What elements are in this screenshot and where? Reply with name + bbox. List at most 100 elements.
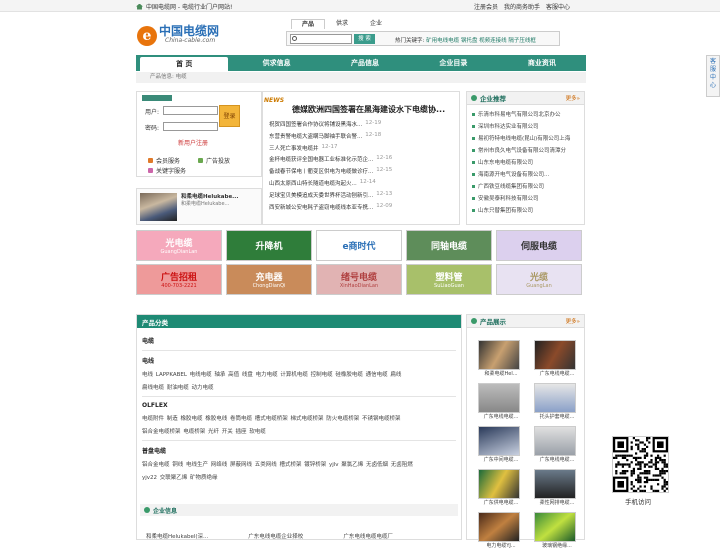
showcase-item[interactable]: 广东电线电缆...: [532, 426, 586, 463]
category-group-title[interactable]: OLFLEX: [142, 402, 456, 409]
category-links[interactable]: 扁线电缆 耐油电缆 动力电缆: [142, 383, 456, 391]
product-image[interactable]: [478, 512, 520, 542]
register-link[interactable]: 注册会员: [474, 2, 498, 11]
category-group-title[interactable]: 普盘电缆: [142, 446, 456, 455]
showcase-item[interactable]: 广东电线电缆...: [476, 383, 530, 420]
news-item-title[interactable]: 三人死亡事发电缆井: [269, 144, 319, 152]
site-logo[interactable]: e 中国电缆网 China-cable.com: [137, 22, 245, 48]
news-item[interactable]: 东营贵警电缆大盗瞒马脚袖手联合警... 12-18: [269, 132, 392, 140]
company-info-item[interactable]: 广东电线电缆电缆厂: [343, 532, 393, 540]
showcase-item[interactable]: 广东电线电缆...: [532, 340, 586, 377]
news-item-title[interactable]: 西安新城公安电耗子盗窃电缆线本亚专携...: [269, 203, 373, 211]
product-caption[interactable]: 广东电线电缆...: [476, 413, 526, 420]
showcase-item[interactable]: 托头护套电缆...: [532, 383, 586, 420]
ad-banner[interactable]: 伺服电缆: [496, 230, 582, 261]
recommend-item-label[interactable]: 安徽吴泰利科技有限公司: [478, 194, 539, 202]
category-group-title[interactable]: 电缆: [142, 336, 456, 345]
recommend-item-label[interactable]: 常州市良久电气设备有限公司清潭分: [478, 146, 566, 154]
business-assistant-link[interactable]: 我的商务助手: [504, 2, 540, 11]
product-caption[interactable]: 广东供电电缆...: [476, 499, 526, 506]
nav-home[interactable]: 首 页: [140, 57, 229, 71]
search-tab-supply[interactable]: 供求: [325, 19, 359, 29]
search-input[interactable]: [290, 34, 352, 44]
news-item-title[interactable]: 山西太原西山特长隧道电缆沟起火...: [269, 179, 357, 187]
search-tab-product[interactable]: 产品: [291, 19, 325, 29]
category-links[interactable]: yjv22 交联聚乙烯 矿物质绝缘: [142, 473, 456, 481]
product-image[interactable]: [534, 426, 576, 456]
recommend-item[interactable]: 安徽吴泰利科技有限公司: [472, 194, 584, 202]
nav-supply[interactable]: 供求信息: [232, 55, 320, 71]
username-input[interactable]: [163, 106, 218, 115]
service-center-link[interactable]: 客服中心: [546, 2, 570, 11]
product-caption[interactable]: 和柔电缆Hel...: [476, 370, 526, 377]
search-button[interactable]: 搜 索: [354, 34, 375, 44]
ad-banner[interactable]: 广告招租 400-703-2221: [136, 264, 222, 295]
password-input[interactable]: [163, 122, 218, 131]
cable-product-image[interactable]: [140, 193, 177, 221]
news-item[interactable]: 三人死亡事发电缆井 12-17: [269, 144, 392, 152]
product-caption[interactable]: 玻璃钢绝缘...: [532, 542, 582, 549]
news-item[interactable]: 备战春节保电丨衢变区供电为电缆做诊疗... 12-15: [269, 167, 392, 175]
hot-keywords-list[interactable]: 矿用电线电缆 钢托盘 视频连接线 隔子压线框: [426, 38, 536, 44]
ad-banner[interactable]: 升降机: [226, 230, 312, 261]
ad-banner[interactable]: 绪号电缆 XinHaoDianLan: [316, 264, 402, 295]
ad-banner[interactable]: 塑料管 SuLiaoGuan: [406, 264, 492, 295]
news-item[interactable]: 足球宝贝美模追成天委世界杯活动刨新引... 12-13: [269, 191, 392, 199]
customer-service-sidetab[interactable]: 客服中心: [706, 55, 720, 97]
product-image[interactable]: [478, 469, 520, 499]
product-caption[interactable]: 柔性网排电缆...: [532, 499, 582, 506]
news-item[interactable]: 山西太原西山特长隧道电缆沟起火... 12-14: [269, 179, 392, 187]
news-headline[interactable]: 德媒欧洲四国签署在黑海建设水下电缆协...: [292, 104, 445, 115]
recommend-item[interactable]: 海南源开电气设备有限公司...: [472, 170, 584, 178]
recommend-item-label[interactable]: 广西铁豆线缆集团有限公司: [478, 182, 544, 190]
product-caption[interactable]: 电力电缆YJ...: [476, 542, 526, 549]
login-button[interactable]: 登录: [219, 105, 240, 127]
showcase-item[interactable]: 广东供电电缆...: [476, 469, 530, 506]
recommend-item[interactable]: 深圳市科达实业有限公司: [472, 122, 584, 130]
product-caption[interactable]: 广东电线电缆...: [532, 456, 582, 463]
nav-products[interactable]: 产品信息: [321, 55, 409, 71]
product-image[interactable]: [534, 512, 576, 542]
product-caption[interactable]: 托头护套电缆...: [532, 413, 582, 420]
news-item[interactable]: 西安新城公安电耗子盗窃电缆线本亚专携... 12-09: [269, 203, 392, 211]
search-tab-company[interactable]: 企业: [359, 19, 393, 29]
category-group-title[interactable]: 电线: [142, 356, 456, 365]
news-item-title[interactable]: 金杯电缆获评全国电器工业标准化示范企...: [269, 155, 373, 163]
news-item-title[interactable]: 祝贺四国签署合作协议将铺设黑海水...: [269, 120, 362, 128]
recommend-item-label[interactable]: 山东东电电缆有限公司: [478, 158, 533, 166]
keyword-service-link[interactable]: 关键字服务: [148, 166, 186, 175]
showcase-item[interactable]: 玻璃钢绝缘...: [532, 512, 586, 549]
recommend-item[interactable]: 山东只替集团有限公司: [472, 206, 584, 214]
news-item[interactable]: 祝贺四国签署合作协议将铺设黑海水... 12-19: [269, 120, 392, 128]
recommend-item[interactable]: 常州市良久电气设备有限公司清潭分: [472, 146, 584, 154]
product-image[interactable]: [478, 340, 520, 370]
showcase-item[interactable]: 电力电缆YJ...: [476, 512, 530, 549]
product-image[interactable]: [534, 469, 576, 499]
news-item-title[interactable]: 东营贵警电缆大盗瞒马脚袖手联合警...: [269, 132, 362, 140]
recommend-item[interactable]: 易初符特电线电缆(昆山)有限公司上海: [472, 134, 584, 142]
showcase-more-link[interactable]: 更多»: [566, 317, 580, 325]
category-links[interactable]: 电线 LAPPKABEL 电线电缆 轴承 高值 线盘 电力电缆 计算机电缆 控制…: [142, 370, 456, 378]
recommend-item-label[interactable]: 乐清市科易电气有限公司北京办公: [478, 110, 561, 118]
news-item-title[interactable]: 备战春节保电丨衢变区供电为电缆做诊疗...: [269, 167, 373, 175]
category-links[interactable]: 铝合金电缆 铜线 电线生产 网络线 屏蔽网线 五类网线 槽式桥架 镀锌桥架 yj…: [142, 460, 456, 468]
product-image[interactable]: [478, 426, 520, 456]
site-home-link[interactable]: 中国电缆网 - 电缆行业门户网站!: [136, 2, 232, 11]
ad-banner[interactable]: 光电缆 GuangDianLan: [136, 230, 222, 261]
category-links[interactable]: 电缆附件 制造 橡胶电缆 橡胶电线 卷筒电缆 槽式电缆桥架 梯式电缆桥架 防火电…: [142, 414, 456, 422]
showcase-item[interactable]: 柔性网排电缆...: [532, 469, 586, 506]
nav-companies[interactable]: 企业目录: [409, 55, 497, 71]
nav-news[interactable]: 商业资讯: [498, 55, 586, 71]
product-caption[interactable]: 广东电线电缆...: [532, 370, 582, 377]
company-info-item[interactable]: 广东电线电缆企业择校: [248, 532, 303, 540]
recommend-item-label[interactable]: 易初符特电线电缆(昆山)有限公司上海: [478, 134, 570, 142]
recommend-more-link[interactable]: 更多»: [566, 94, 580, 102]
recommend-item-label[interactable]: 海南源开电气设备有限公司...: [478, 170, 549, 178]
member-service-link[interactable]: 会员服务: [148, 156, 180, 165]
new-user-register-link[interactable]: 新用户注册: [178, 138, 208, 147]
ad-banner[interactable]: 充电器 ChongDianQi: [226, 264, 312, 295]
company-info-item[interactable]: 和柔电缆Helukabel(深...: [146, 532, 208, 540]
product-image[interactable]: [478, 383, 520, 413]
recommend-item-label[interactable]: 山东只替集团有限公司: [478, 206, 533, 214]
featured-product-name[interactable]: 和柔电缆Helukabe...: [181, 192, 238, 200]
